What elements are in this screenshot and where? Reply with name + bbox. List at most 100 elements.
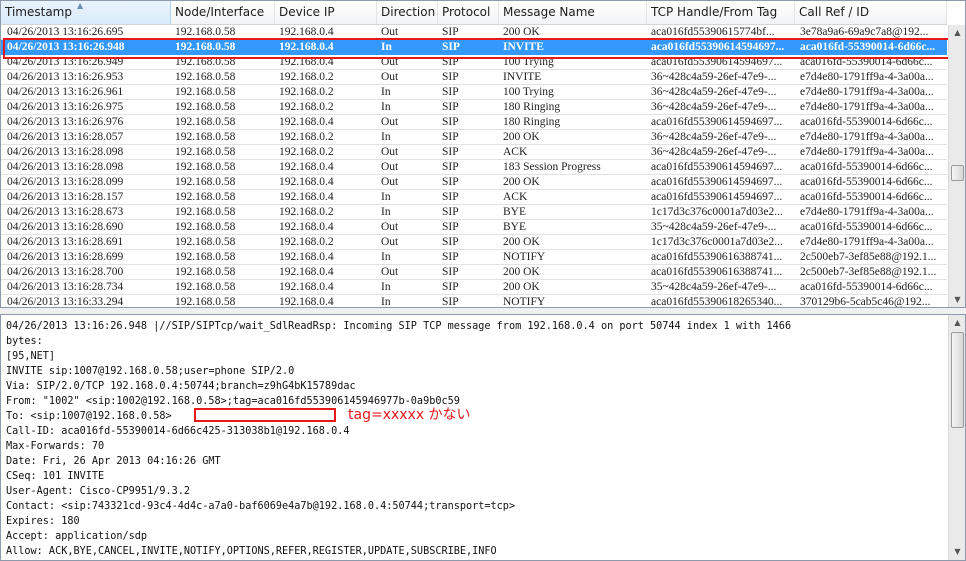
table-row[interactable]: 04/26/2013 13:16:26.948 192.168.0.58 192.1… — [1, 40, 947, 55]
table-cell: 192.168.0.4 — [279, 41, 334, 53]
table-cell: aca016fd-55390014-6d66c... — [800, 41, 936, 53]
table-cell: SIP — [442, 236, 459, 248]
table-cell: 04/26/2013 13:16:33.294 — [7, 296, 124, 308]
table-cell: 1c17d3c376c0001a7d03e2... — [651, 206, 783, 218]
table-cell: 200 OK — [503, 266, 540, 278]
column-header-direction[interactable]: Direction — [377, 1, 438, 24]
detail-line: From: "1002" <sip:1002@192.168.0.58>;tag… — [6, 396, 460, 407]
table-vertical-scrollbar[interactable]: ▲ ▼ — [948, 25, 965, 307]
table-cell: 04/26/2013 13:16:26.975 — [7, 101, 124, 113]
table-cell: 192.168.0.2 — [279, 71, 334, 83]
table-cell: Out — [381, 26, 399, 38]
table-cell: 192.168.0.58 — [175, 131, 236, 143]
table-cell: 192.168.0.2 — [279, 86, 334, 98]
table-cell: 192.168.0.58 — [175, 206, 236, 218]
table-row[interactable]: 04/26/2013 13:16:26.953 192.168.0.58 192.1… — [1, 70, 947, 85]
detail-line: bytes: — [6, 336, 43, 347]
annotation-text: tag=xxxxx かない — [348, 407, 471, 423]
table-row[interactable]: 04/26/2013 13:16:26.975 192.168.0.58 192.1… — [1, 100, 947, 115]
column-label: TCP Handle/From Tag — [651, 5, 778, 19]
table-cell: aca016fd-55390014-6d66c... — [800, 191, 933, 203]
table-cell: 192.168.0.58 — [175, 296, 236, 308]
column-header-message-name[interactable]: Message Name — [499, 1, 647, 24]
table-cell: In — [381, 101, 391, 113]
table-cell: 200 OK — [503, 281, 540, 293]
table-cell: In — [381, 206, 391, 218]
table-row[interactable]: 04/26/2013 13:16:28.673 192.168.0.58 192.1… — [1, 205, 947, 220]
column-header-call-ref[interactable]: Call Ref / ID — [795, 1, 947, 24]
table-row[interactable]: 04/26/2013 13:16:26.976 192.168.0.58 192.1… — [1, 115, 947, 130]
table-cell: aca016fd55390614594697... — [651, 116, 783, 128]
table-cell: 04/26/2013 13:16:28.691 — [7, 236, 124, 248]
table-row[interactable]: 04/26/2013 13:16:26.695 192.168.0.58 192.1… — [1, 25, 947, 40]
column-header-device-ip[interactable]: Device IP — [275, 1, 377, 24]
column-header-timestamp[interactable]: ▲ Timestamp — [1, 1, 171, 24]
detail-line: Max-Forwards: 70 — [6, 441, 105, 452]
detail-vertical-scrollbar[interactable]: ▲ ▼ — [948, 315, 965, 560]
table-row[interactable]: 04/26/2013 13:16:28.098 192.168.0.58 192.1… — [1, 160, 947, 175]
table-cell: SIP — [442, 221, 459, 233]
table-row[interactable]: 04/26/2013 13:16:28.700 192.168.0.58 192.1… — [1, 265, 947, 280]
table-cell: 192.168.0.2 — [279, 206, 334, 218]
table-cell: SIP — [442, 296, 459, 308]
table-cell: 04/26/2013 13:16:28.098 — [7, 146, 124, 158]
table-cell: 192.168.0.58 — [175, 71, 236, 83]
table-cell: 04/26/2013 13:16:28.673 — [7, 206, 124, 218]
table-cell: 192.168.0.58 — [175, 26, 236, 38]
table-cell: 04/26/2013 13:16:26.695 — [7, 26, 124, 38]
detail-line: Via: SIP/2.0/TCP 192.168.0.4:50744;branc… — [6, 381, 356, 392]
table-cell: 35~428c4a59-26ef-47e9-... — [651, 281, 777, 293]
table-cell: 192.168.0.58 — [175, 281, 236, 293]
table-cell: 192.168.0.58 — [175, 41, 236, 53]
table-cell: aca016fd-55390014-6d66c... — [800, 161, 933, 173]
up-arrow-icon[interactable]: ▲ — [950, 25, 965, 41]
message-table[interactable]: ▲ Timestamp Node/Interface Device IP Dir… — [0, 0, 966, 308]
table-row[interactable]: 04/26/2013 13:16:33.294 192.168.0.58 192.1… — [1, 295, 947, 308]
table-cell: 192.168.0.58 — [175, 161, 236, 173]
column-header-node-interface[interactable]: Node/Interface — [171, 1, 275, 24]
up-arrow-icon[interactable]: ▲ — [950, 315, 965, 331]
table-cell: 200 OK — [503, 131, 540, 143]
table-cell: In — [381, 191, 391, 203]
table-cell: SIP — [442, 26, 459, 38]
table-cell: aca016fd-55390014-6d66c... — [800, 221, 933, 233]
table-row[interactable]: 04/26/2013 13:16:28.057 192.168.0.58 192.1… — [1, 130, 947, 145]
table-cell: e7d4e80-1791ff9a-4-3a00a... — [800, 71, 934, 83]
table-cell: 04/26/2013 13:16:28.699 — [7, 251, 124, 263]
table-cell: 192.168.0.58 — [175, 176, 236, 188]
table-row[interactable]: 04/26/2013 13:16:28.691 192.168.0.58 192.1… — [1, 235, 947, 250]
table-row[interactable]: 04/26/2013 13:16:26.961 192.168.0.58 192.1… — [1, 85, 947, 100]
table-cell: 36~428c4a59-26ef-47e9-... — [651, 131, 777, 143]
table-cell: NOTIFY — [503, 251, 546, 263]
down-arrow-icon[interactable]: ▼ — [950, 292, 965, 307]
down-arrow-icon[interactable]: ▼ — [950, 544, 965, 560]
table-cell: 180 Ringing — [503, 101, 561, 113]
table-header: ▲ Timestamp Node/Interface Device IP Dir… — [1, 1, 947, 25]
table-cell: INVITE — [503, 41, 544, 53]
scrollbar-thumb[interactable] — [951, 332, 964, 428]
table-row[interactable]: 04/26/2013 13:16:28.690 192.168.0.58 192.1… — [1, 220, 947, 235]
column-label: Call Ref / ID — [799, 5, 870, 19]
table-cell: SIP — [442, 146, 459, 158]
detail-line: Date: Fri, 26 Apr 2013 04:16:26 GMT — [6, 456, 221, 467]
detail-line: To: <sip:1007@192.168.0.58> — [6, 411, 172, 422]
table-row[interactable]: 04/26/2013 13:16:28.699 192.168.0.58 192.1… — [1, 250, 947, 265]
table-row[interactable]: 04/26/2013 13:16:26.949 192.168.0.58 192.1… — [1, 55, 947, 70]
table-cell: 370129b6-5cab5c46@192... — [800, 296, 931, 308]
scrollbar-thumb[interactable] — [951, 165, 964, 181]
detail-line: Expires: 180 — [6, 516, 80, 527]
table-cell: SIP — [442, 131, 459, 143]
column-header-tcp-handle[interactable]: TCP Handle/From Tag — [647, 1, 795, 24]
table-cell: aca016fd55390614594697... — [651, 191, 783, 203]
table-row[interactable]: 04/26/2013 13:16:28.098 192.168.0.58 192.1… — [1, 145, 947, 160]
table-cell: 192.168.0.4 — [279, 221, 334, 233]
table-row[interactable]: 04/26/2013 13:16:28.734 192.168.0.58 192.1… — [1, 280, 947, 295]
message-detail-pane[interactable]: 04/26/2013 13:16:26.948 |//SIP/SIPTcp/wa… — [0, 314, 966, 561]
table-row[interactable]: 04/26/2013 13:16:28.157 192.168.0.58 192.1… — [1, 190, 947, 205]
table-cell: 192.168.0.58 — [175, 236, 236, 248]
column-header-protocol[interactable]: Protocol — [438, 1, 499, 24]
table-cell: aca016fd-55390014-6d66c... — [800, 176, 933, 188]
table-cell: e7d4e80-1791ff9a-4-3a00a... — [800, 146, 934, 158]
table-row[interactable]: 04/26/2013 13:16:28.099 192.168.0.58 192.1… — [1, 175, 947, 190]
table-cell: SIP — [442, 161, 459, 173]
